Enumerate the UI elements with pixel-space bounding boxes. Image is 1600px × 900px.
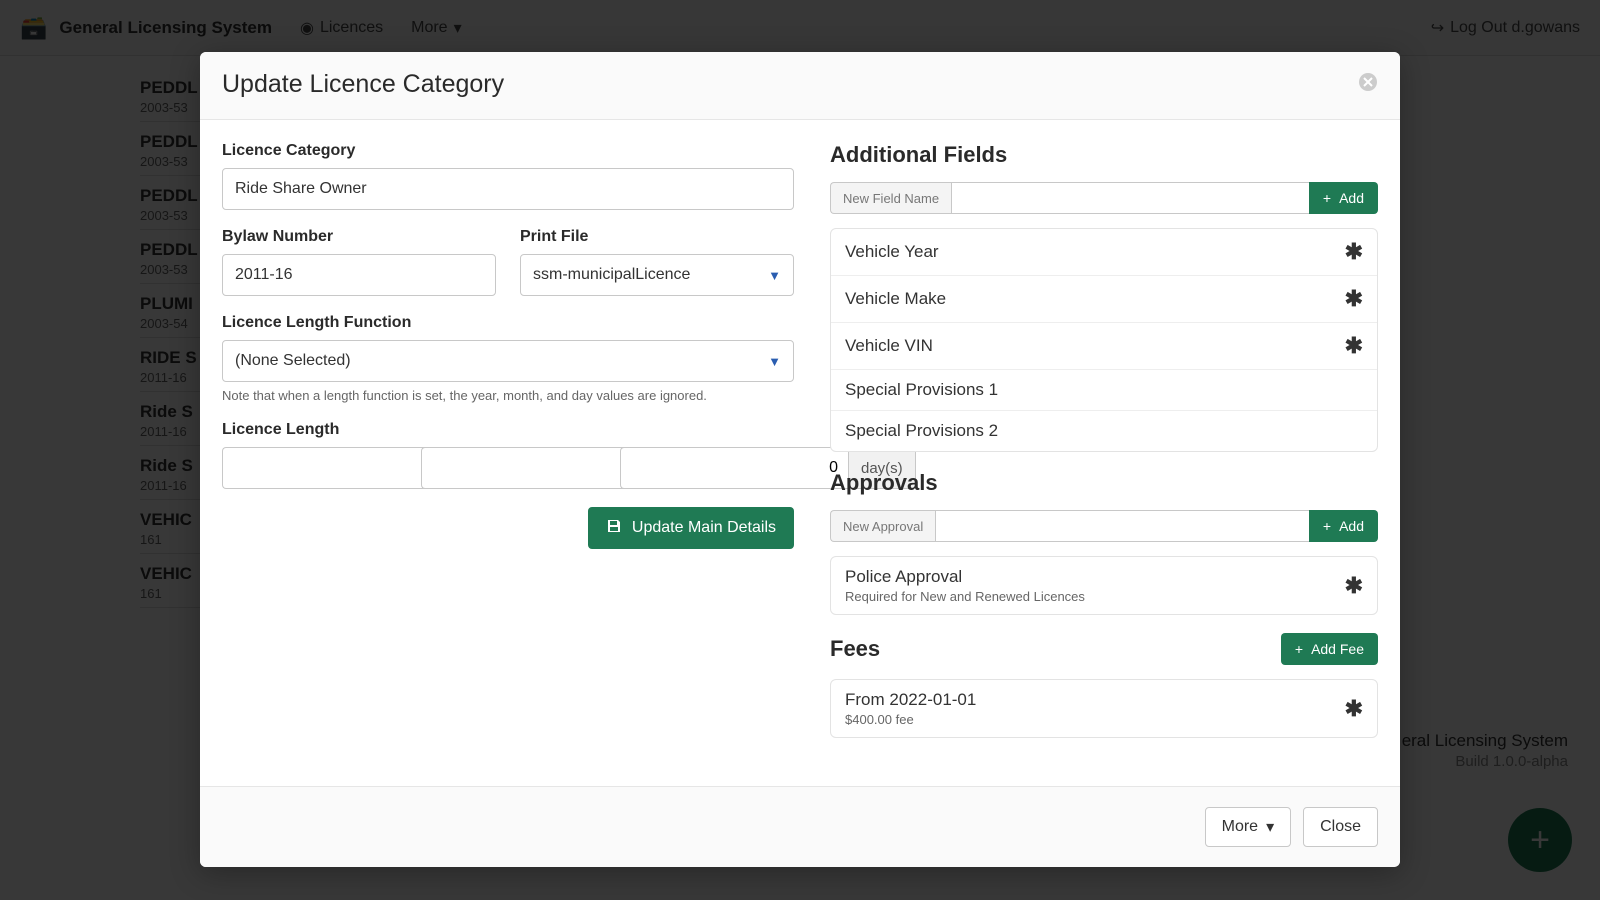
approval-row[interactable]: Police Approval Required for New and Ren… <box>831 557 1377 614</box>
print-file-select[interactable]: ssm-municipalLicence ▼ <box>520 254 794 296</box>
modal-title: Update Licence Category <box>222 70 504 99</box>
chevron-down-icon: ▼ <box>768 354 781 369</box>
modal-footer: More ▾ Close <box>200 786 1400 867</box>
years-group: year(s) <box>222 447 397 489</box>
fee-row[interactable]: From 2022-01-01 $400.00 fee ✱ <box>831 680 1377 737</box>
field-row[interactable]: Special Provisions 1 <box>831 370 1377 411</box>
chevron-down-icon: ▾ <box>1266 817 1274 837</box>
days-input[interactable] <box>620 447 848 489</box>
close-icon[interactable] <box>1358 72 1378 98</box>
licence-category-input[interactable] <box>222 168 794 210</box>
days-group: day(s) <box>620 447 795 489</box>
close-button[interactable]: Close <box>1303 807 1378 847</box>
additional-fields-heading: Additional Fields <box>830 142 1378 168</box>
fields-card: Vehicle Year✱ Vehicle Make✱ Vehicle VIN✱… <box>830 228 1378 452</box>
fees-card: From 2022-01-01 $400.00 fee ✱ <box>830 679 1378 738</box>
update-licence-modal: Update Licence Category Licence Category… <box>200 52 1400 867</box>
new-field-bar: New Field Name + Add <box>830 182 1378 214</box>
required-icon: ✱ <box>1345 573 1363 599</box>
required-icon: ✱ <box>1345 696 1363 722</box>
length-function-help: Note that when a length function is set,… <box>222 388 794 403</box>
chevron-down-icon: ▼ <box>768 268 781 283</box>
add-approval-button[interactable]: + Add <box>1309 510 1378 542</box>
print-file-label: Print File <box>520 228 794 246</box>
add-fee-button[interactable]: + Add Fee <box>1281 633 1378 665</box>
months-group: month(s) <box>421 447 596 489</box>
required-icon: ✱ <box>1345 239 1363 265</box>
fees-heading: Fees <box>830 636 880 662</box>
new-approval-tag: New Approval <box>830 510 935 542</box>
new-field-input[interactable] <box>951 182 1309 214</box>
approvals-heading: Approvals <box>830 470 1378 496</box>
additional-column: Additional Fields New Field Name + Add V… <box>830 142 1378 756</box>
main-details-column: Licence Category Bylaw Number Print File… <box>222 142 794 756</box>
required-icon: ✱ <box>1345 286 1363 312</box>
bylaw-label: Bylaw Number <box>222 228 496 246</box>
licence-category-label: Licence Category <box>222 142 794 160</box>
licence-length-label: Licence Length <box>222 421 794 439</box>
add-field-button[interactable]: + Add <box>1309 182 1378 214</box>
new-approval-bar: New Approval + Add <box>830 510 1378 542</box>
field-row[interactable]: Vehicle Year✱ <box>831 229 1377 276</box>
field-row[interactable]: Special Provisions 2 <box>831 411 1377 451</box>
months-input[interactable] <box>421 447 649 489</box>
more-button[interactable]: More ▾ <box>1205 807 1291 847</box>
save-icon <box>606 518 622 539</box>
modal-header: Update Licence Category <box>200 52 1400 120</box>
plus-icon: + <box>1323 190 1331 206</box>
new-field-tag: New Field Name <box>830 182 951 214</box>
new-approval-input[interactable] <box>935 510 1309 542</box>
update-main-details-button[interactable]: Update Main Details <box>588 507 794 549</box>
plus-icon: + <box>1295 641 1303 657</box>
required-icon: ✱ <box>1345 333 1363 359</box>
plus-icon: + <box>1323 518 1331 534</box>
length-function-label: Licence Length Function <box>222 314 794 332</box>
length-function-select[interactable]: (None Selected) ▼ <box>222 340 794 382</box>
approvals-card: Police Approval Required for New and Ren… <box>830 556 1378 615</box>
years-input[interactable] <box>222 447 450 489</box>
field-row[interactable]: Vehicle Make✱ <box>831 276 1377 323</box>
field-row[interactable]: Vehicle VIN✱ <box>831 323 1377 370</box>
bylaw-input[interactable] <box>222 254 496 296</box>
